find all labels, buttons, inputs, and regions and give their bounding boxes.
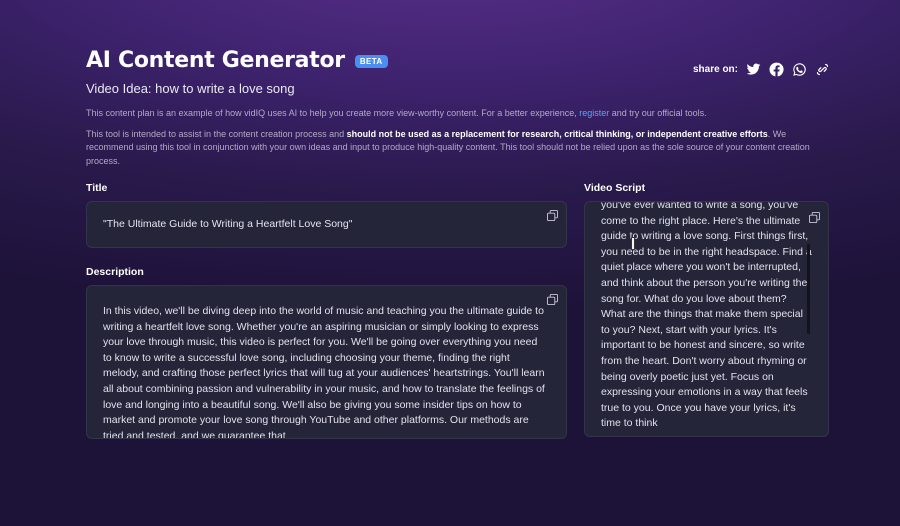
link-icon[interactable]	[815, 62, 830, 77]
beta-badge: BETA	[354, 54, 388, 68]
disclaimer-text-part: This tool is intended to assist in the c…	[86, 128, 347, 139]
copy-icon[interactable]	[547, 210, 558, 221]
video-script-card[interactable]: you've ever wanted to write a song, you'…	[584, 201, 829, 437]
description-card: In this video, we'll be diving deep into…	[86, 285, 567, 439]
left-column: Title "The Ultimate Guide to Writing a H…	[86, 182, 567, 439]
content-generator-page: AI Content Generator BETA share on: Vide…	[86, 44, 830, 439]
copy-icon[interactable]	[809, 210, 820, 223]
disclaimer-bold: should not be used as a replacement for …	[346, 128, 768, 139]
info-text-part: and try our official tools.	[609, 108, 707, 118]
description-label: Description	[86, 266, 144, 278]
title-label: Title	[86, 182, 108, 194]
page-title: AI Content Generator	[86, 47, 345, 73]
facebook-icon[interactable]	[769, 62, 784, 77]
copy-icon[interactable]	[547, 294, 558, 305]
title-card: "The Ultimate Guide to Writing a Heartfe…	[86, 201, 567, 248]
info-text-part: This content plan is an example of how v…	[86, 108, 580, 118]
right-column: Video Script you've ever wanted to write…	[584, 182, 829, 437]
video-script-label: Video Script	[584, 182, 646, 194]
twitter-icon[interactable]	[746, 62, 761, 77]
share-label: share on:	[692, 64, 738, 75]
description-value: In this video, we'll be diving deep into…	[103, 305, 545, 439]
title-value: "The Ultimate Guide to Writing a Heartfe…	[103, 218, 353, 230]
video-idea: Video Idea: how to write a love song	[86, 81, 295, 96]
disclaimer-text: This tool is intended to assist in the c…	[86, 128, 830, 169]
script-scrollbar[interactable]	[807, 244, 810, 334]
info-text: This content plan is an example of how v…	[86, 107, 830, 121]
share-bar: share on:	[693, 62, 830, 77]
video-script-value: you've ever wanted to write a song, you'…	[601, 201, 812, 430]
register-link[interactable]: register	[579, 108, 609, 118]
text-cursor-icon	[631, 237, 635, 250]
whatsapp-icon[interactable]	[792, 62, 807, 77]
